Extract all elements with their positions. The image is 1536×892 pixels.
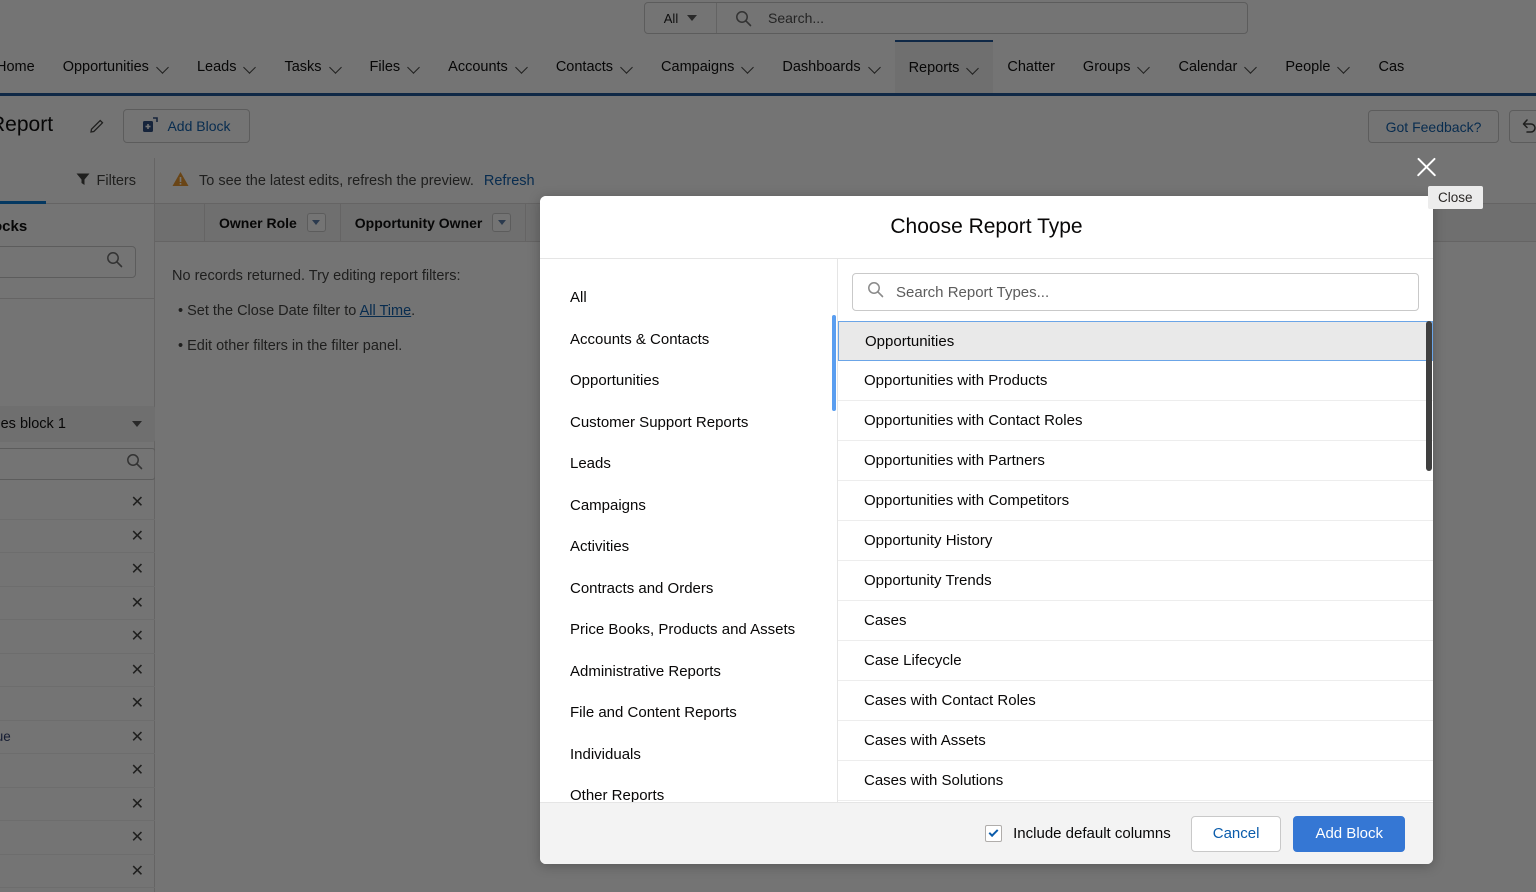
modal-header: Choose Report Type [540,196,1433,258]
modal-footer: Include default columns Cancel Add Block [540,802,1433,864]
category-item[interactable]: Individuals [540,734,837,776]
report-type-search-wrap: Search Report Types... [838,259,1433,321]
report-type-item[interactable]: Opportunities [838,321,1433,361]
modal-title: Choose Report Type [890,215,1083,238]
report-type-item[interactable]: Opportunities with Contact Roles [838,401,1433,441]
check-icon [988,827,999,838]
include-default-columns-checkbox[interactable]: Include default columns [985,825,1171,842]
report-type-item[interactable]: Cases [838,601,1433,641]
checkbox-box[interactable] [985,825,1003,842]
report-type-search-input[interactable]: Search Report Types... [896,284,1049,301]
category-item[interactable]: Customer Support Reports [540,402,837,444]
report-type-item[interactable]: Cases with Solutions [838,761,1433,801]
category-item[interactable]: Campaigns [540,485,837,527]
report-category-list: All Accounts & Contacts Opportunities Custo… [540,259,838,802]
category-item[interactable]: File and Content Reports [540,692,837,734]
close-tooltip: Close [1428,186,1483,209]
category-item[interactable]: Other Reports [540,775,837,802]
report-type-scrollbar[interactable] [1425,321,1433,802]
report-type-item[interactable]: Opportunities with Competitors [838,481,1433,521]
report-type-item[interactable]: Case Lifecycle [838,641,1433,681]
category-item[interactable]: Administrative Reports [540,651,837,693]
add-block-confirm-label: Add Block [1315,825,1383,842]
scrollbar-thumb[interactable] [1426,321,1432,471]
report-type-item[interactable]: Opportunities with Partners [838,441,1433,481]
category-item[interactable]: Accounts & Contacts [540,319,837,361]
category-item[interactable]: Leads [540,443,837,485]
category-item[interactable]: Activities [540,526,837,568]
category-item[interactable]: Price Books, Products and Assets [540,609,837,651]
report-type-item[interactable]: Opportunity History [838,521,1433,561]
include-default-columns-label: Include default columns [1013,825,1171,842]
category-item[interactable]: Opportunities [540,360,837,402]
close-icon[interactable] [1411,152,1441,182]
search-icon [867,281,884,303]
modal-body: All Accounts & Contacts Opportunities Custo… [540,258,1433,802]
category-item[interactable]: All [540,277,837,319]
choose-report-type-dialog: Choose Report Type All Accounts & Contact… [540,196,1433,864]
category-item[interactable]: Contracts and Orders [540,568,837,610]
add-block-confirm-button[interactable]: Add Block [1293,815,1405,852]
report-type-search[interactable]: Search Report Types... [852,273,1419,311]
report-type-item[interactable]: Opportunities with Products [838,361,1433,401]
cancel-button-label: Cancel [1212,825,1260,842]
category-scrollbar[interactable] [832,315,836,411]
report-type-item[interactable]: Cases with Contact Roles [838,681,1433,721]
report-type-item[interactable]: Opportunity Trends [838,561,1433,601]
report-type-item[interactable]: Cases with Assets [838,721,1433,761]
report-type-list: Opportunities Opportunities with Products… [838,321,1433,802]
report-type-column: Search Report Types... Opportunities Oppo… [838,259,1433,802]
cancel-button[interactable]: Cancel [1190,815,1282,852]
